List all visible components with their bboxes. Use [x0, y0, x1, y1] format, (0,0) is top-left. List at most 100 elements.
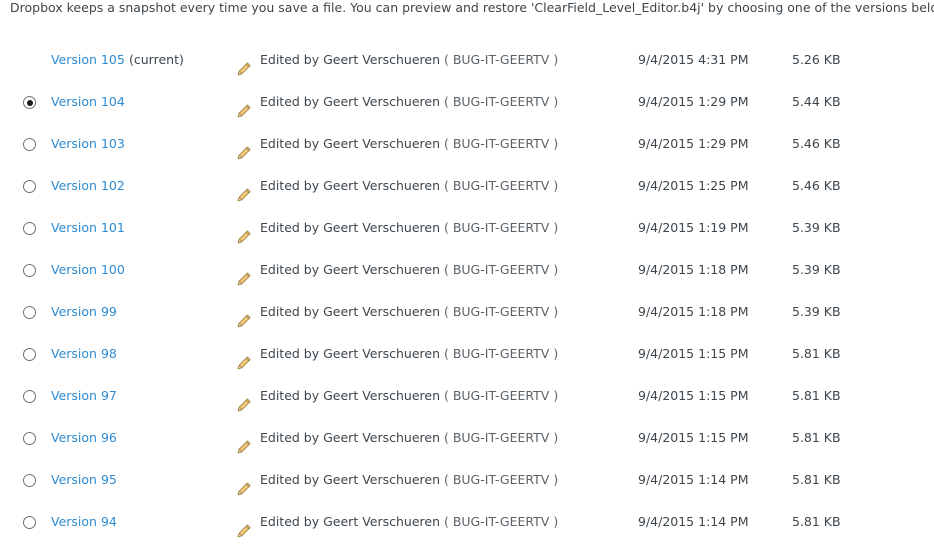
pencil-icon [236, 262, 252, 286]
editor-text: Edited by Geert Verschueren ( BUG-IT-GEE… [260, 291, 558, 333]
version-radio[interactable] [23, 432, 36, 445]
version-radio[interactable] [23, 474, 36, 487]
version-radio[interactable] [23, 96, 36, 109]
version-radio[interactable] [23, 306, 36, 319]
version-link[interactable]: Version 96 [51, 417, 117, 459]
pencil-icon [236, 136, 252, 160]
version-size: 5.81 KB [792, 346, 841, 361]
version-date: 9/4/2015 4:31 PM [638, 52, 749, 67]
editor-host: ( BUG-IT-GEERTV ) [443, 178, 559, 193]
version-row: Version 104 Edited by Geert Verschueren … [0, 81, 934, 123]
version-link[interactable]: Version 103 [51, 123, 125, 165]
editor-name: Edited by Geert Verschueren [260, 94, 440, 109]
editor-host: ( BUG-IT-GEERTV ) [443, 220, 559, 235]
editor-host: ( BUG-IT-GEERTV ) [443, 514, 559, 529]
version-size: 5.39 KB [792, 220, 841, 235]
editor-name: Edited by Geert Verschueren [260, 472, 440, 487]
pencil-icon [236, 220, 252, 244]
version-row: Version 102 Edited by Geert Verschueren … [0, 165, 934, 207]
version-date: 9/4/2015 1:19 PM [638, 220, 749, 235]
version-size: 5.46 KB [792, 178, 841, 193]
version-radio[interactable] [23, 390, 36, 403]
version-radio[interactable] [23, 264, 36, 277]
version-radio[interactable] [23, 138, 36, 151]
version-radio[interactable] [23, 222, 36, 235]
version-date: 9/4/2015 1:14 PM [638, 514, 749, 529]
version-row: Version 101 Edited by Geert Verschueren … [0, 207, 934, 249]
editor-text: Edited by Geert Verschueren ( BUG-IT-GEE… [260, 375, 558, 417]
editor-host: ( BUG-IT-GEERTV ) [443, 262, 559, 277]
version-link[interactable]: Version 99 [51, 291, 117, 333]
version-date: 9/4/2015 1:15 PM [638, 346, 749, 361]
editor-text: Edited by Geert Verschueren ( BUG-IT-GEE… [260, 207, 558, 249]
version-size: 5.81 KB [792, 472, 841, 487]
pencil-icon [236, 472, 252, 496]
pencil-icon [236, 52, 252, 76]
editor-host: ( BUG-IT-GEERTV ) [443, 346, 559, 361]
version-radio[interactable] [23, 516, 36, 529]
version-row: Version 97 Edited by Geert Verschueren (… [0, 375, 934, 417]
editor-name: Edited by Geert Verschueren [260, 304, 440, 319]
editor-text: Edited by Geert Verschueren ( BUG-IT-GEE… [260, 123, 558, 165]
version-row: Version 99 Edited by Geert Verschueren (… [0, 291, 934, 333]
editor-name: Edited by Geert Verschueren [260, 178, 440, 193]
editor-text: Edited by Geert Verschueren ( BUG-IT-GEE… [260, 333, 558, 375]
version-link[interactable]: Version 94 [51, 501, 117, 543]
editor-text: Edited by Geert Verschueren ( BUG-IT-GEE… [260, 165, 558, 207]
version-row: Version 103 Edited by Geert Verschueren … [0, 123, 934, 165]
version-date: 9/4/2015 1:29 PM [638, 136, 749, 151]
editor-host: ( BUG-IT-GEERTV ) [443, 94, 559, 109]
version-row: Version 100 Edited by Geert Verschueren … [0, 249, 934, 291]
version-link[interactable]: Version 97 [51, 375, 117, 417]
version-size: 5.39 KB [792, 262, 841, 277]
pencil-icon [236, 430, 252, 454]
editor-host: ( BUG-IT-GEERTV ) [443, 52, 559, 67]
editor-text: Edited by Geert Verschueren ( BUG-IT-GEE… [260, 249, 558, 291]
version-date: 9/4/2015 1:25 PM [638, 178, 749, 193]
version-date: 9/4/2015 1:15 PM [638, 388, 749, 403]
version-link[interactable]: Version 102 [51, 165, 125, 207]
version-link[interactable]: Version 101 [51, 207, 125, 249]
editor-text: Edited by Geert Verschueren ( BUG-IT-GEE… [260, 459, 558, 501]
editor-name: Edited by Geert Verschueren [260, 52, 440, 67]
version-size: 5.81 KB [792, 430, 841, 445]
editor-name: Edited by Geert Verschueren [260, 136, 440, 151]
editor-name: Edited by Geert Verschueren [260, 430, 440, 445]
version-list: Version 105 (current) Edited by Geert Ve… [0, 39, 934, 543]
version-link[interactable]: Version 105 [51, 39, 125, 81]
editor-host: ( BUG-IT-GEERTV ) [443, 388, 559, 403]
version-size: 5.39 KB [792, 304, 841, 319]
version-row: Version 95 Edited by Geert Verschueren (… [0, 459, 934, 501]
version-date: 9/4/2015 1:18 PM [638, 262, 749, 277]
current-label: (current) [129, 52, 184, 67]
version-size: 5.46 KB [792, 136, 841, 151]
version-size: 5.26 KB [792, 52, 841, 67]
version-radio[interactable] [23, 348, 36, 361]
version-size: 5.44 KB [792, 94, 841, 109]
version-row: Version 105 (current) Edited by Geert Ve… [0, 39, 934, 81]
version-row: Version 98 Edited by Geert Verschueren (… [0, 333, 934, 375]
editor-text: Edited by Geert Verschueren ( BUG-IT-GEE… [260, 501, 558, 543]
pencil-icon [236, 388, 252, 412]
editor-text: Edited by Geert Verschueren ( BUG-IT-GEE… [260, 39, 558, 81]
editor-host: ( BUG-IT-GEERTV ) [443, 430, 559, 445]
editor-text: Edited by Geert Verschueren ( BUG-IT-GEE… [260, 417, 558, 459]
editor-name: Edited by Geert Verschueren [260, 262, 440, 277]
editor-host: ( BUG-IT-GEERTV ) [443, 304, 559, 319]
editor-name: Edited by Geert Verschueren [260, 220, 440, 235]
version-size: 5.81 KB [792, 388, 841, 403]
editor-name: Edited by Geert Verschueren [260, 514, 440, 529]
pencil-icon [236, 178, 252, 202]
pencil-icon [236, 346, 252, 370]
version-link[interactable]: Version 100 [51, 249, 125, 291]
version-link[interactable]: Version 95 [51, 459, 117, 501]
pencil-icon [236, 304, 252, 328]
version-date: 9/4/2015 1:14 PM [638, 472, 749, 487]
editor-text: Edited by Geert Verschueren ( BUG-IT-GEE… [260, 81, 558, 123]
intro-text: Dropbox keeps a snapshot every time you … [10, 0, 934, 15]
version-link[interactable]: Version 104 [51, 81, 125, 123]
version-date: 9/4/2015 1:29 PM [638, 94, 749, 109]
version-radio[interactable] [23, 180, 36, 193]
editor-name: Edited by Geert Verschueren [260, 346, 440, 361]
version-link[interactable]: Version 98 [51, 333, 117, 375]
